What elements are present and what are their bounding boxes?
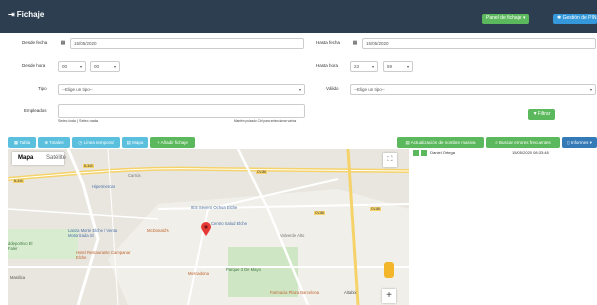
map-place-label: Parque 3 De Mayo — [226, 267, 261, 272]
find-errors-button[interactable]: ⌕ Buscar errores frecuentes — [486, 137, 560, 148]
tab-linea-temporal[interactable]: ◷ Línea temporal — [72, 137, 120, 148]
hasta-hora-minutes-select[interactable]: 59 ▾ — [383, 61, 413, 72]
map-type-control: Mapa Satélite — [12, 152, 66, 165]
status-badge — [421, 150, 428, 156]
top-navbar: ⇥ Fichaje Panel de fichaje ▾ ✱ Gestión de… — [0, 0, 597, 33]
map-place-label: Altabix — [344, 290, 357, 295]
desde-hora-label: Desde hora — [22, 63, 46, 68]
bulk-rename-label: Actualización de nombre masiva — [410, 140, 476, 145]
empleados-multiselect[interactable] — [58, 104, 305, 118]
app-title-text: Fichaje — [16, 10, 45, 19]
gestion-pin-button[interactable]: ✱ Gestión de PIN — [553, 14, 597, 24]
map-place-label: Mercadona — [188, 271, 209, 276]
chevron-down-icon: ▾ — [113, 64, 116, 69]
map-marker-icon[interactable] — [201, 222, 211, 236]
app-title: ⇥ Fichaje — [8, 10, 44, 19]
fichaje-row[interactable]: Daniel Ortega 15/05/2020 08:33:48 — [411, 148, 597, 158]
map-place-label: Farmacia Plaza Barcelona — [270, 290, 320, 295]
panel-fichaje-label: Panel de fichaje ▾ — [486, 15, 526, 21]
tipo-value: --Elige un tipo-- — [62, 87, 93, 92]
map-type-satellite-button[interactable]: Satélite — [46, 155, 66, 161]
map-place-label: Hipermercat — [92, 184, 115, 189]
desde-hora-hours-value: 00 — [62, 64, 68, 69]
chevron-down-icon: ▾ — [589, 87, 592, 92]
empleados-label: Empleados — [24, 108, 47, 113]
road-label: CV-86 — [256, 170, 267, 174]
informes-label: Informes ▾ — [570, 140, 592, 145]
road-label: CV-86 — [314, 211, 325, 215]
valido-label: Válido — [326, 86, 339, 91]
street-view-pegman-icon[interactable] — [384, 262, 394, 278]
tab-totales-label: Totales — [49, 140, 64, 145]
map-place-label: Hotel Restaurante Campanar Elche — [76, 250, 131, 260]
map-place-label: McDonald's — [147, 228, 169, 233]
desde-hora-hours-select[interactable]: 00 ▾ — [58, 61, 86, 72]
add-fichaje-button[interactable]: + Añadir fichaje — [150, 137, 195, 148]
bulk-rename-button[interactable]: ▤ Actualización de nombre masiva — [397, 137, 484, 148]
status-badge — [413, 150, 419, 156]
calendar-icon: ▦ — [60, 40, 66, 46]
hasta-hora-minutes-value: 59 — [387, 64, 393, 69]
map-place-label: Masilica — [10, 275, 26, 280]
tab-tabla[interactable]: ▦ Tabla — [8, 137, 36, 148]
desde-hora-minutes-select[interactable]: 00 ▾ — [90, 61, 120, 72]
panel-fichaje-button[interactable]: Panel de fichaje ▾ — [482, 14, 530, 24]
fullscreen-icon[interactable]: ⛶ — [383, 153, 397, 167]
chevron-down-icon: ▾ — [371, 64, 374, 69]
filter-button[interactable]: ▼Filtrar — [528, 109, 555, 120]
employee-name: Daniel Ortega — [430, 150, 455, 155]
tab-tabla-label: Tabla — [19, 140, 31, 145]
hasta-hora-hours-select[interactable]: 23 ▾ — [350, 61, 378, 72]
tab-mapa[interactable]: ▤ Mapa — [122, 137, 148, 148]
map-view[interactable]: N-340 CV-86 CV-86 CV-86 N-340 Hipermerca… — [8, 149, 409, 305]
road-label: N-340 — [13, 179, 24, 183]
sign-in-icon: ⇥ — [8, 10, 15, 19]
zoom-in-icon[interactable]: + — [382, 289, 396, 303]
hasta-hora-hours-value: 23 — [354, 64, 360, 69]
desde-hora-minutes-value: 00 — [94, 64, 100, 69]
tab-mapa-label: Mapa — [132, 140, 144, 145]
filter-label: Filtrar — [537, 111, 551, 117]
desde-fecha-input[interactable]: 15/05/2020 — [70, 38, 304, 49]
valido-select[interactable]: --Elige un tipo-- ▾ — [350, 84, 596, 95]
valido-value: --Elige un tipo-- — [354, 87, 385, 92]
tipo-select[interactable]: --Elige un tipo-- ▾ — [58, 84, 305, 95]
select-all-none-links[interactable]: Selec.todo | Selec.nada — [58, 119, 98, 123]
hasta-hora-label: Hasta hora — [316, 63, 339, 68]
map-type-map-button[interactable]: Mapa — [18, 155, 33, 161]
gestion-pin-label: Gestión de PIN — [562, 15, 597, 21]
road-label: CV-86 — [370, 207, 381, 211]
map-place-label: Centro Salud Elche — [211, 221, 248, 226]
desde-fecha-label: Desde fecha — [22, 40, 48, 45]
map-place-label: Lanza Morte Elche / Venta Motorizada Sl — [68, 228, 118, 238]
chevron-down-icon: ▾ — [298, 87, 301, 92]
ctrl-hint: Mantén pulsado Ctrl para seleccionar var… — [234, 119, 297, 123]
chevron-down-icon: ▾ — [406, 64, 409, 69]
find-errors-label: Buscar errores frecuentes — [499, 140, 551, 145]
map-place-label: IES Severo Ochoa Elche — [191, 205, 238, 210]
informes-dropdown[interactable]: ▯ Informes ▾ — [562, 137, 597, 148]
tipo-label: Tipo — [38, 86, 47, 91]
hasta-fecha-label: Hasta fecha — [316, 40, 341, 45]
tab-totales[interactable]: ⊕ Totales — [38, 137, 70, 148]
chevron-down-icon: ▾ — [79, 64, 82, 69]
calendar-icon: ▦ — [352, 40, 358, 46]
road-label: N-340 — [83, 164, 94, 168]
hasta-fecha-input[interactable]: 15/05/2020 — [362, 38, 596, 49]
map-place-label: Carrús — [128, 173, 141, 178]
map-place-label: ddeportivo El Faler — [8, 241, 33, 251]
tab-linea-label: Línea temporal — [83, 140, 114, 145]
map-place-label: Valverde Alto — [280, 233, 305, 238]
add-fichaje-label: Añadir fichaje — [160, 140, 188, 145]
fichaje-datetime: 15/05/2020 08:33:48 — [512, 150, 549, 155]
